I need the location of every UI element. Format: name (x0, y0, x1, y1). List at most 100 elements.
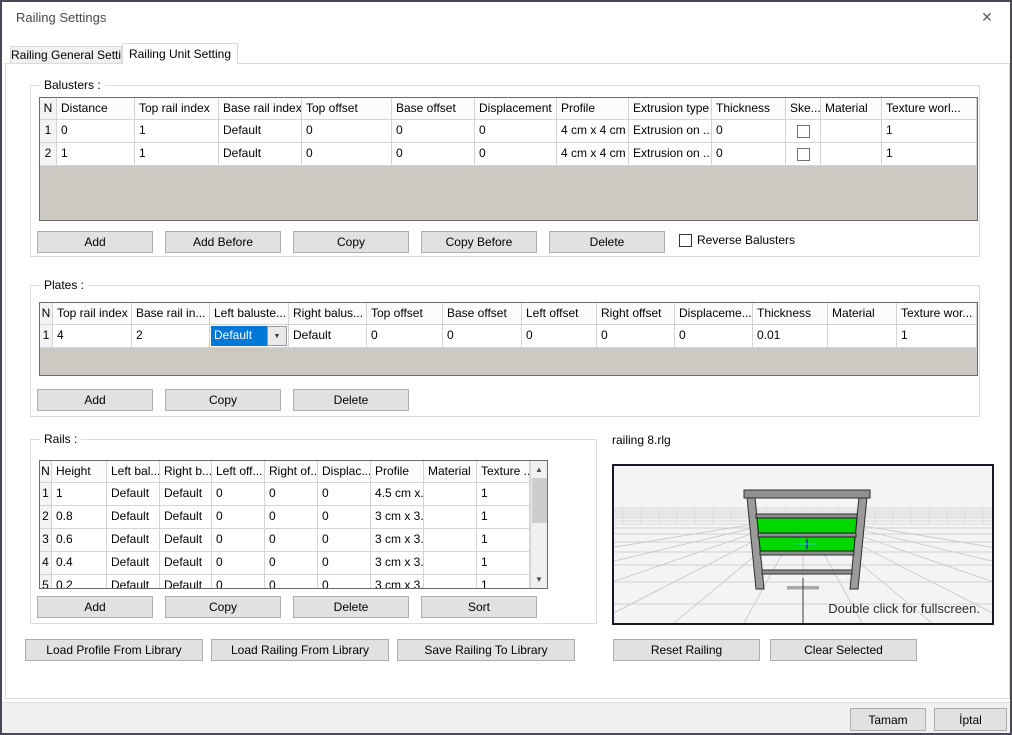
railing-preview-canvas[interactable]: Double click for fullscreen. (612, 464, 994, 625)
tab-railing-general-setting[interactable]: Railing General Setting (10, 46, 122, 64)
table-cell[interactable]: Default (289, 325, 367, 348)
column-header[interactable]: Left offset (522, 303, 597, 325)
copy-button[interactable]: Copy (165, 389, 281, 411)
table-cell[interactable]: 0 (318, 506, 371, 529)
column-header[interactable]: Right offset (597, 303, 675, 325)
add-button[interactable]: Add (37, 596, 153, 618)
column-header[interactable]: Base offset (392, 98, 475, 120)
combo-dropdown-button[interactable]: ▼ (267, 326, 287, 346)
table-cell[interactable]: 0 (212, 506, 265, 529)
table-cell[interactable] (786, 143, 821, 166)
row-header[interactable]: 4 (40, 552, 52, 575)
table-cell[interactable]: 0 (443, 325, 522, 348)
ok-button[interactable]: Tamam (850, 708, 926, 731)
table-cell[interactable]: Default (160, 506, 212, 529)
tab-railing-unit-setting[interactable]: Railing Unit Setting (122, 43, 238, 64)
table-cell[interactable]: Default▼ (210, 325, 289, 348)
table-cell[interactable]: 0 (712, 143, 786, 166)
column-header[interactable]: Material (821, 98, 882, 120)
column-header[interactable]: Left bal... (107, 461, 160, 483)
column-header[interactable]: Material (828, 303, 897, 325)
table-cell[interactable]: 4 (53, 325, 132, 348)
column-header[interactable]: Displacement (475, 98, 557, 120)
save-railing-to-library-button[interactable]: Save Railing To Library (397, 639, 575, 661)
table-cell[interactable]: 1 (477, 575, 530, 589)
copy-before-button[interactable]: Copy Before (421, 231, 537, 253)
column-header[interactable]: N (40, 303, 53, 325)
table-cell[interactable]: 0 (212, 575, 265, 589)
row-header[interactable]: 2 (40, 143, 57, 166)
table-cell[interactable] (424, 552, 477, 575)
table-cell[interactable]: 4 cm x 4 cm (557, 120, 629, 143)
table-cell[interactable]: 3 cm x 3... (371, 506, 424, 529)
table-cell[interactable]: 0 (475, 143, 557, 166)
table-cell[interactable]: Default (107, 552, 160, 575)
table-cell[interactable] (424, 575, 477, 589)
row-header[interactable]: 1 (40, 325, 53, 348)
table-cell[interactable] (424, 483, 477, 506)
scroll-down-icon[interactable]: ▼ (531, 571, 547, 588)
table-cell[interactable]: Default (160, 575, 212, 589)
table-cell[interactable]: 1 (882, 120, 977, 143)
table-cell[interactable]: 1 (882, 143, 977, 166)
cancel-button[interactable]: İptal (934, 708, 1007, 731)
column-header[interactable]: Top rail index (53, 303, 132, 325)
table-cell[interactable]: Default (107, 483, 160, 506)
column-header[interactable]: N (40, 98, 57, 120)
close-icon[interactable]: ✕ (970, 4, 1004, 30)
table-cell[interactable]: 0.2 (52, 575, 107, 589)
column-header[interactable]: Top rail index (135, 98, 219, 120)
column-header[interactable]: Base rail in... (132, 303, 210, 325)
table-cell[interactable]: 1 (477, 552, 530, 575)
table-cell[interactable]: 0 (475, 120, 557, 143)
table-cell[interactable]: 0 (367, 325, 443, 348)
table-cell[interactable]: 0 (597, 325, 675, 348)
table-cell[interactable]: 0 (522, 325, 597, 348)
column-header[interactable]: Texture wor... (897, 303, 977, 325)
table-cell[interactable]: 1 (135, 143, 219, 166)
table-cell[interactable]: 2 (132, 325, 210, 348)
table-cell[interactable]: 0 (318, 575, 371, 589)
table-cell[interactable]: 3 cm x 3... (371, 575, 424, 589)
combo-selected-value[interactable]: Default (211, 326, 267, 346)
rails-table-scrollbar[interactable]: ▲ ▼ (530, 461, 547, 588)
column-header[interactable]: Right of... (265, 461, 318, 483)
table-cell[interactable]: 0 (302, 120, 392, 143)
row-header[interactable]: 2 (40, 506, 52, 529)
column-header[interactable]: Thickness (753, 303, 828, 325)
table-cell[interactable]: 0 (212, 483, 265, 506)
table-cell[interactable] (821, 143, 882, 166)
clear-selected-button[interactable]: Clear Selected (770, 639, 917, 661)
copy-button[interactable]: Copy (293, 231, 409, 253)
table-cell[interactable]: Default (219, 143, 302, 166)
column-header[interactable]: Left off... (212, 461, 265, 483)
column-header[interactable]: Top offset (302, 98, 392, 120)
column-header[interactable]: Top offset (367, 303, 443, 325)
column-header[interactable]: Ske... (786, 98, 821, 120)
table-cell[interactable]: 0 (392, 143, 475, 166)
reverse-balusters-checkbox[interactable] (679, 234, 692, 247)
load-profile-from-library-button[interactable]: Load Profile From Library (25, 639, 203, 661)
column-header[interactable]: Texture ... (477, 461, 530, 483)
table-cell[interactable]: 0 (265, 552, 318, 575)
table-cell[interactable]: Default (107, 575, 160, 589)
column-header[interactable]: Profile (557, 98, 629, 120)
row-header[interactable]: 5 (40, 575, 52, 589)
add-before-button[interactable]: Add Before (165, 231, 281, 253)
table-cell[interactable]: 0 (712, 120, 786, 143)
cell-checkbox[interactable] (797, 125, 810, 138)
column-header[interactable]: Height (52, 461, 107, 483)
scrollbar-thumb[interactable] (532, 478, 547, 523)
table-cell[interactable]: 0 (318, 552, 371, 575)
column-header[interactable]: Extrusion type (629, 98, 712, 120)
sort-button[interactable]: Sort (421, 596, 537, 618)
table-cell[interactable]: 0 (318, 483, 371, 506)
table-cell[interactable]: Default (107, 529, 160, 552)
table-cell[interactable]: Default (160, 483, 212, 506)
table-cell[interactable]: Default (219, 120, 302, 143)
column-header[interactable]: Base rail index (219, 98, 302, 120)
table-cell[interactable]: 1 (897, 325, 977, 348)
table-cell[interactable]: 1 (135, 120, 219, 143)
table-cell[interactable]: 1 (477, 483, 530, 506)
table-cell[interactable]: 1 (52, 483, 107, 506)
